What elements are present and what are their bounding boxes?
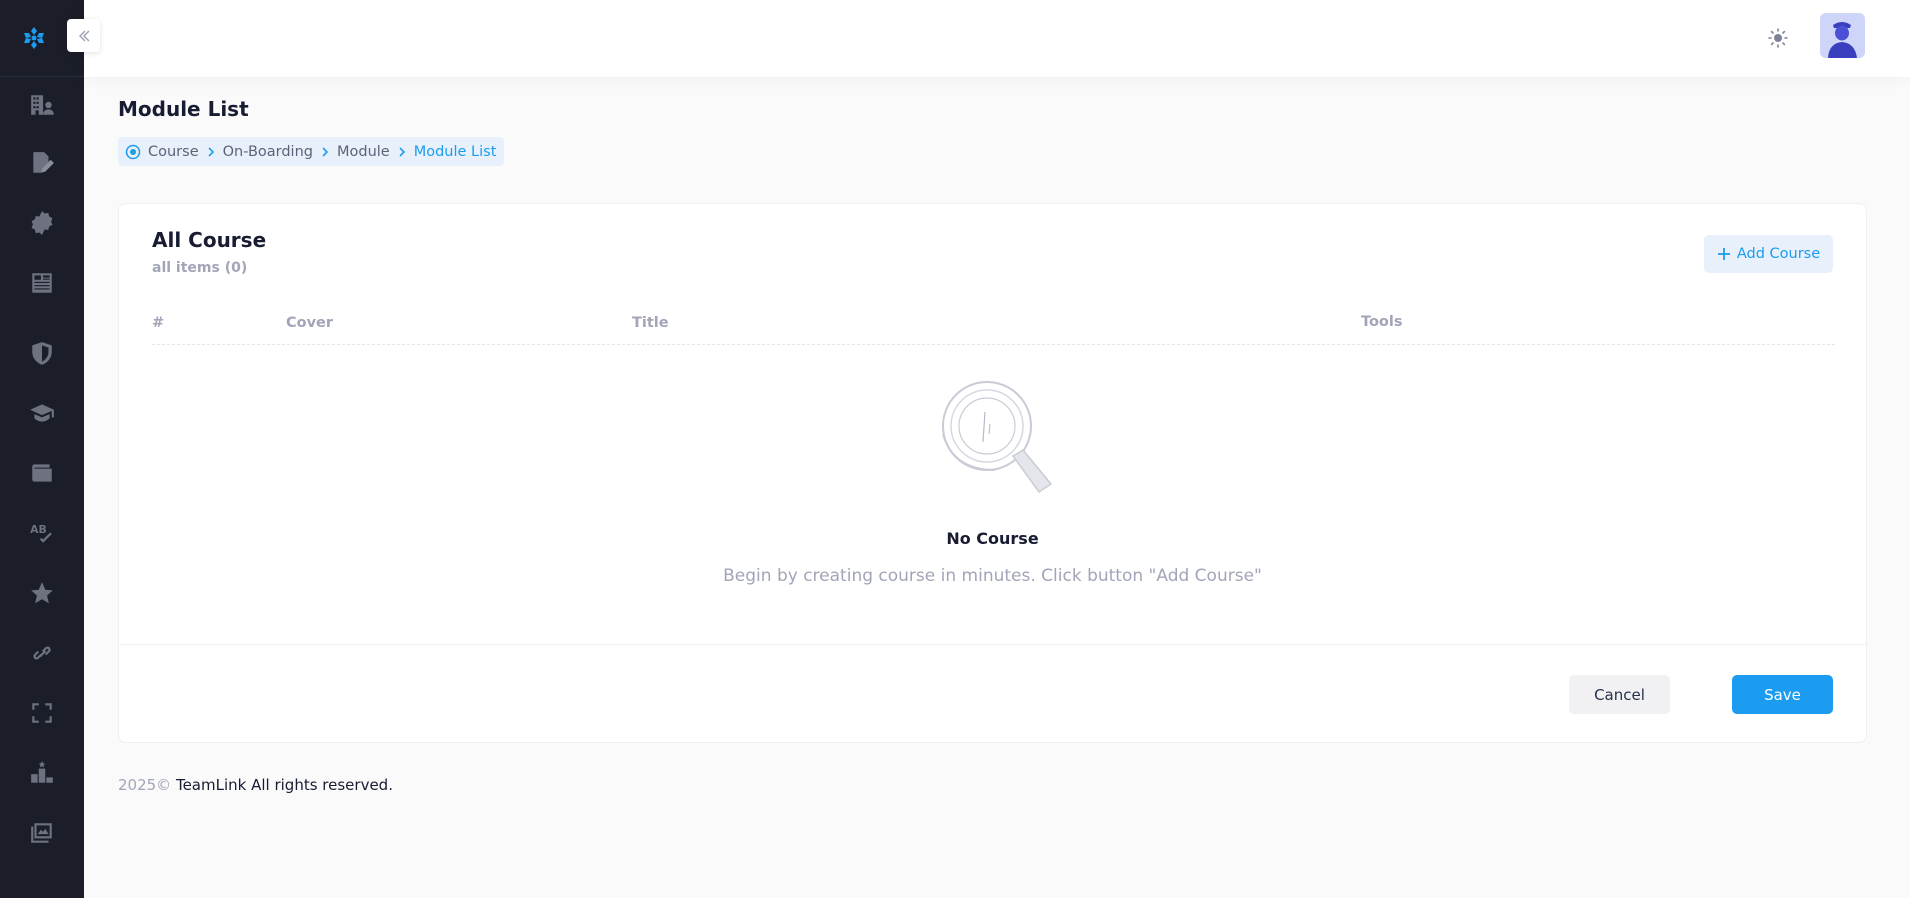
column-tools: Tools (1361, 314, 1403, 330)
target-icon (125, 144, 141, 159)
breadcrumb: Course On-Boarding Module Module List (118, 137, 505, 166)
building-users-icon (31, 95, 54, 115)
breadcrumb-course[interactable]: Course (148, 144, 199, 160)
user-avatar[interactable] (1820, 13, 1865, 58)
shield-icon (32, 342, 52, 365)
footer-text: TeamLink All rights reserved. (175, 776, 393, 794)
chevron-right-icon (320, 146, 330, 158)
graduation-cap-icon (30, 404, 54, 422)
sidebar-item-gallery[interactable] (0, 803, 84, 863)
card-title: All Course (152, 228, 267, 252)
footer-year: 2025© (118, 776, 172, 794)
items-count: all items (0) (152, 260, 248, 276)
chevrons-left-icon (78, 29, 90, 42)
sidebar-item-links[interactable] (0, 623, 84, 683)
sidebar-collapse-button[interactable] (67, 19, 100, 52)
ranking-icon (31, 761, 53, 783)
sidebar-item-certificates[interactable] (0, 193, 84, 253)
sidebar-item-wallet[interactable] (0, 443, 84, 503)
spell-check-icon: AB (30, 523, 52, 543)
images-icon (31, 823, 52, 843)
snowflake-logo-icon (24, 27, 44, 49)
magnifier-empty-icon (942, 381, 1053, 494)
chevron-right-icon (397, 146, 407, 158)
sidebar: AB (0, 0, 84, 898)
svg-text:AB: AB (30, 523, 47, 536)
sidebar-item-fullscreen[interactable] (0, 683, 84, 743)
chevron-right-icon (206, 146, 216, 158)
empty-state-title: No Course (946, 529, 1039, 548)
footer: 2025© TeamLink All rights reserved. (118, 776, 393, 794)
sidebar-item-news[interactable] (0, 253, 84, 313)
sun-icon (1768, 28, 1788, 48)
theme-toggle-button[interactable] (1764, 24, 1792, 52)
breadcrumb-module-list: Module List (413, 143, 497, 160)
cancel-button[interactable]: Cancel (1569, 675, 1670, 714)
sidebar-item-documents[interactable] (0, 133, 84, 193)
star-icon (31, 582, 53, 604)
column-index: # (152, 315, 165, 331)
plus-icon (1717, 248, 1730, 260)
sidebar-item-courses[interactable] (0, 383, 84, 443)
sidebar-item-security[interactable] (0, 323, 84, 383)
breadcrumb-module[interactable]: Module (337, 144, 390, 160)
newspaper-icon (32, 273, 52, 293)
file-signature-icon (33, 152, 54, 173)
wallet-icon (32, 464, 52, 482)
sidebar-item-favorites[interactable] (0, 563, 84, 623)
card-divider (119, 644, 1866, 645)
add-course-label: Add Course (1736, 246, 1821, 262)
certificate-icon (31, 211, 53, 235)
add-course-button[interactable]: Add Course (1704, 235, 1833, 273)
user-avatar-icon (1820, 13, 1865, 58)
expand-icon (32, 703, 52, 723)
save-button[interactable]: Save (1732, 675, 1833, 714)
empty-state-description: Begin by creating course in minutes. Cli… (723, 566, 1262, 586)
table-header: # Cover Title Tools (152, 300, 1835, 345)
sidebar-nav: AB (0, 77, 84, 863)
column-title: Title (632, 315, 669, 331)
breadcrumb-onboarding[interactable]: On-Boarding (223, 144, 313, 160)
top-header (84, 0, 1910, 77)
link-icon (33, 646, 51, 660)
course-list-card: All Course all items (0) Add Course # Co… (118, 203, 1867, 743)
page-title: Module List (118, 97, 249, 121)
sidebar-item-organization[interactable] (0, 77, 84, 133)
sidebar-item-quiz[interactable]: AB (0, 503, 84, 563)
column-cover: Cover (286, 315, 334, 331)
sidebar-item-ranking[interactable] (0, 743, 84, 803)
